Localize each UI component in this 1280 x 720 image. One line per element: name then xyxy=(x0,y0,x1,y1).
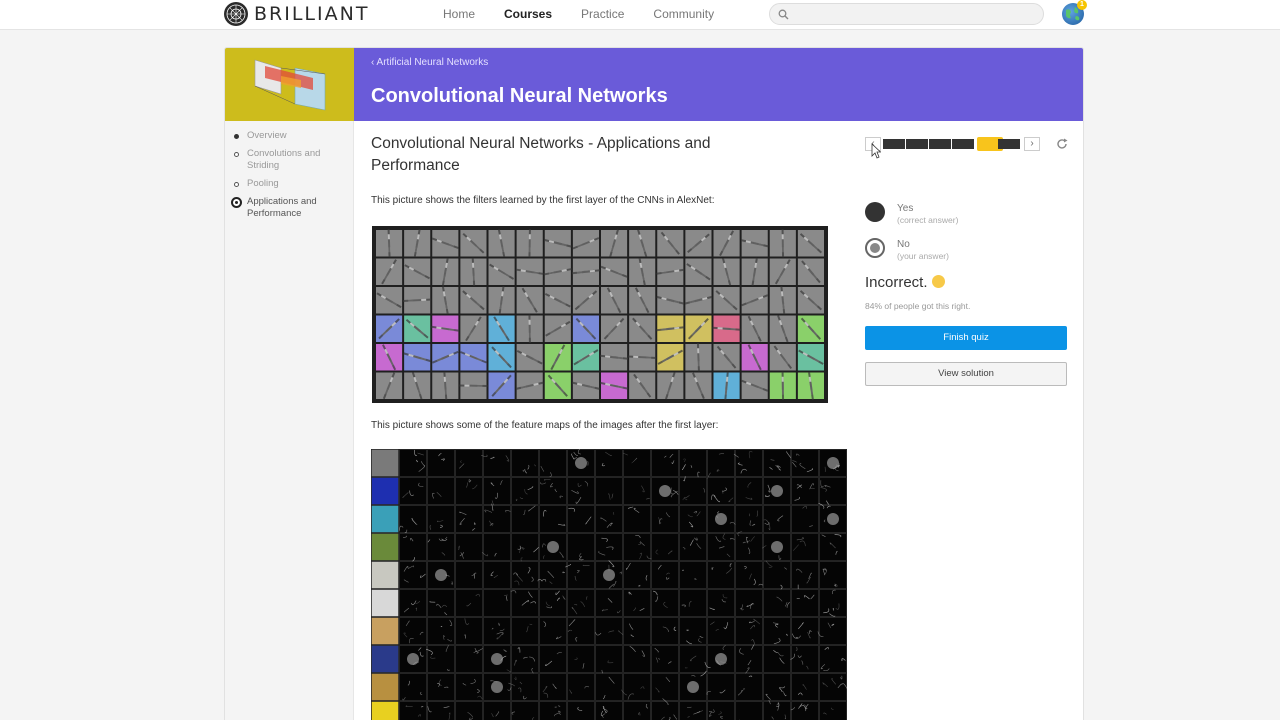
chapter-status-icon xyxy=(234,182,239,187)
result-heading: Incorrect. xyxy=(865,274,945,291)
view-solution-button[interactable]: View solution xyxy=(865,362,1067,386)
top-nav: BRILLIANT Home Courses Practice Community 1 xyxy=(0,0,1280,30)
main-nav: Home Courses Practice Community xyxy=(443,0,743,28)
finish-quiz-button[interactable]: Finish quiz xyxy=(865,326,1067,350)
progress-step[interactable] xyxy=(998,139,1020,149)
success-stat: 84% of people got this right. xyxy=(865,301,971,311)
progress-step[interactable] xyxy=(952,139,974,149)
chapter-status-icon xyxy=(234,134,239,139)
nav-link-practice[interactable]: Practice xyxy=(581,7,624,21)
choice-yes-sub: (correct answer) xyxy=(897,215,959,225)
search-box[interactable] xyxy=(769,3,1044,25)
feature-maps-caption: This picture shows some of the feature m… xyxy=(371,420,719,431)
choice-yes-label: Yes xyxy=(897,203,914,214)
breadcrumb[interactable]: ‹ Artificial Neural Networks xyxy=(371,57,488,68)
quiz-progress-bar: ‹ › xyxy=(865,137,1042,151)
progress-next-button[interactable]: › xyxy=(1024,137,1040,151)
feature-maps-image xyxy=(371,447,848,720)
chapter-status-icon xyxy=(234,152,239,157)
brilliant-logo-icon xyxy=(224,2,248,26)
brand-name: BRILLIANT xyxy=(254,3,370,25)
choice-no-sub: (your answer) xyxy=(897,251,949,261)
course-banner: ‹ Artificial Neural Networks Convolution… xyxy=(354,48,1083,121)
sidebar-item-label: Applications and Performance xyxy=(247,196,317,219)
progress-step[interactable] xyxy=(883,139,905,149)
search-input[interactable] xyxy=(794,6,1034,22)
nav-link-courses[interactable]: Courses xyxy=(504,7,552,21)
course-thumbnail xyxy=(225,48,354,121)
progress-step[interactable] xyxy=(906,139,928,149)
chapter-sidebar: Overview Convolutions and Striding Pooling… xyxy=(225,121,354,720)
notification-badge[interactable]: 1 xyxy=(1077,0,1087,10)
sidebar-item-label: Overview xyxy=(247,130,287,141)
progress-step[interactable] xyxy=(929,139,951,149)
radio-filled-icon xyxy=(865,202,885,222)
mouse-cursor-icon xyxy=(871,143,881,159)
choice-no-label: No xyxy=(897,239,910,250)
sidebar-item-label: Pooling xyxy=(247,178,279,189)
result-text: Incorrect. xyxy=(865,274,928,291)
radio-selected-icon xyxy=(865,238,885,258)
brand-logo[interactable]: BRILLIANT xyxy=(224,2,369,26)
filters-caption: This picture shows the filters learned b… xyxy=(371,195,715,206)
course-card: ‹ Artificial Neural Networks Convolution… xyxy=(224,47,1084,720)
search-icon xyxy=(778,9,789,20)
nav-link-home[interactable]: Home xyxy=(443,7,475,21)
course-title: Convolutional Neural Networks xyxy=(371,85,668,107)
alexnet-filters-image xyxy=(372,226,828,403)
retry-icon[interactable] xyxy=(1055,137,1069,151)
lesson-title: Convolutional Neural Networks - Applicat… xyxy=(371,135,711,174)
sidebar-item-label: Convolutions and Striding xyxy=(247,148,321,171)
thinking-face-icon xyxy=(931,275,945,288)
chapter-status-icon xyxy=(231,197,242,208)
nav-link-community[interactable]: Community xyxy=(653,7,714,21)
